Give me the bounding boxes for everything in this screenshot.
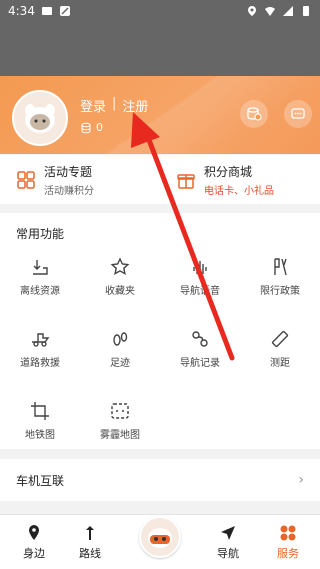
message-button[interactable] (284, 100, 312, 128)
feature-measure-distance[interactable]: 测距 (240, 328, 320, 388)
feature-label: 导航语音 (180, 286, 220, 297)
grid-icon (17, 170, 35, 189)
mascot-icon (148, 528, 172, 548)
feature-road-rescue[interactable]: 道路救援 (0, 328, 80, 388)
feature-nav-record[interactable]: 导航记录 (160, 328, 240, 388)
download-map-icon (33, 260, 48, 275)
service-icon (280, 525, 296, 541)
feature-offline-resources[interactable]: 离线资源 (0, 256, 80, 316)
footprint-icon (113, 332, 128, 346)
common-features: 常用功能 离线资源 收藏夹 导航语音 限行政策 道路救援 足迹 导航记录 测距 … (0, 213, 320, 449)
promo-title: 积分商城 (204, 164, 253, 179)
status-time: 4:34 (8, 4, 35, 18)
coins-stack-icon (247, 107, 262, 121)
tab-label: 身边 (23, 547, 45, 560)
header-spacer (0, 22, 320, 76)
feature-label: 雾霾地图 (100, 430, 140, 441)
restriction-icon (274, 258, 287, 276)
nav-record-icon (192, 331, 208, 347)
coin-balance[interactable]: 0 (80, 121, 103, 134)
feature-restriction-policy[interactable]: 限行政策 (240, 256, 320, 316)
gift-icon (177, 173, 195, 189)
points-button[interactable] (240, 100, 268, 128)
feature-label: 道路救援 (20, 358, 60, 369)
tab-label: 服务 (277, 547, 299, 560)
chat-bubble-icon (291, 108, 305, 119)
promo-subtitle: 活动赚积分 (44, 185, 94, 197)
promo-subtitle: 电话卡、小礼品 (204, 185, 274, 197)
wifi-icon (265, 7, 275, 16)
auth-links: 登录 | 注册 (80, 96, 148, 115)
feature-footprint[interactable]: 足迹 (80, 328, 160, 388)
feature-label: 地铁图 (25, 430, 55, 441)
promo-points-mall[interactable]: 积分商城 电话卡、小礼品 (160, 155, 320, 204)
feature-favorites[interactable]: 收藏夹 (80, 256, 160, 316)
status-bar: 4:34 (0, 0, 320, 22)
feature-label: 限行政策 (260, 286, 300, 297)
promo-title: 活动专题 (44, 164, 93, 179)
car-link-row[interactable]: 车机互联 › (0, 459, 320, 501)
tab-route[interactable]: 路线 (58, 515, 122, 569)
login-link[interactable]: 登录 (80, 96, 106, 115)
feature-label: 足迹 (110, 358, 130, 369)
ruler-icon (271, 330, 289, 348)
feature-haze-map[interactable]: 雾霾地图 (80, 400, 160, 460)
feature-nav-voice[interactable]: 导航语音 (160, 256, 240, 316)
features-title: 常用功能 (16, 227, 65, 241)
avatar[interactable] (12, 90, 68, 146)
tab-label: 路线 (79, 547, 101, 560)
car-link-label: 车机互联 (16, 473, 65, 488)
app-icon (59, 6, 70, 16)
profile-header: 登录 | 注册 0 (0, 76, 320, 154)
tab-navigation[interactable]: 导航 (196, 515, 260, 569)
promo-activities[interactable]: 活动专题 活动赚积分 (0, 155, 160, 204)
battery-icon (303, 6, 309, 16)
center-mascot-button[interactable] (139, 516, 181, 558)
star-icon (110, 257, 130, 275)
notification-icon (41, 7, 52, 15)
coin-count: 0 (96, 121, 103, 134)
tab-nearby[interactable]: 身边 (2, 515, 66, 569)
rescue-icon (32, 333, 50, 347)
location-pin-icon (29, 525, 39, 540)
feature-label: 收藏夹 (105, 286, 135, 297)
tab-service[interactable]: 服务 (256, 515, 320, 569)
signal-icon (283, 6, 293, 16)
route-icon (86, 526, 94, 540)
feature-subway-map[interactable]: 地铁图 (0, 400, 80, 460)
voice-icon (193, 261, 207, 274)
register-link[interactable]: 注册 (122, 96, 148, 115)
promo-row: 活动专题 活动赚积分 积分商城 电话卡、小礼品 (0, 155, 320, 204)
auth-separator: | (112, 96, 117, 111)
location-icon (248, 6, 256, 16)
feature-label: 导航记录 (180, 358, 220, 369)
chevron-right-icon: › (298, 472, 304, 488)
tab-label: 导航 (217, 547, 239, 560)
feature-label: 测距 (270, 358, 290, 369)
feature-label: 离线资源 (20, 286, 60, 297)
coin-icon (81, 122, 91, 133)
navigation-arrow-icon (221, 526, 235, 540)
mascot-icon (25, 104, 55, 133)
crop-icon (31, 402, 49, 420)
haze-map-icon (111, 403, 129, 419)
